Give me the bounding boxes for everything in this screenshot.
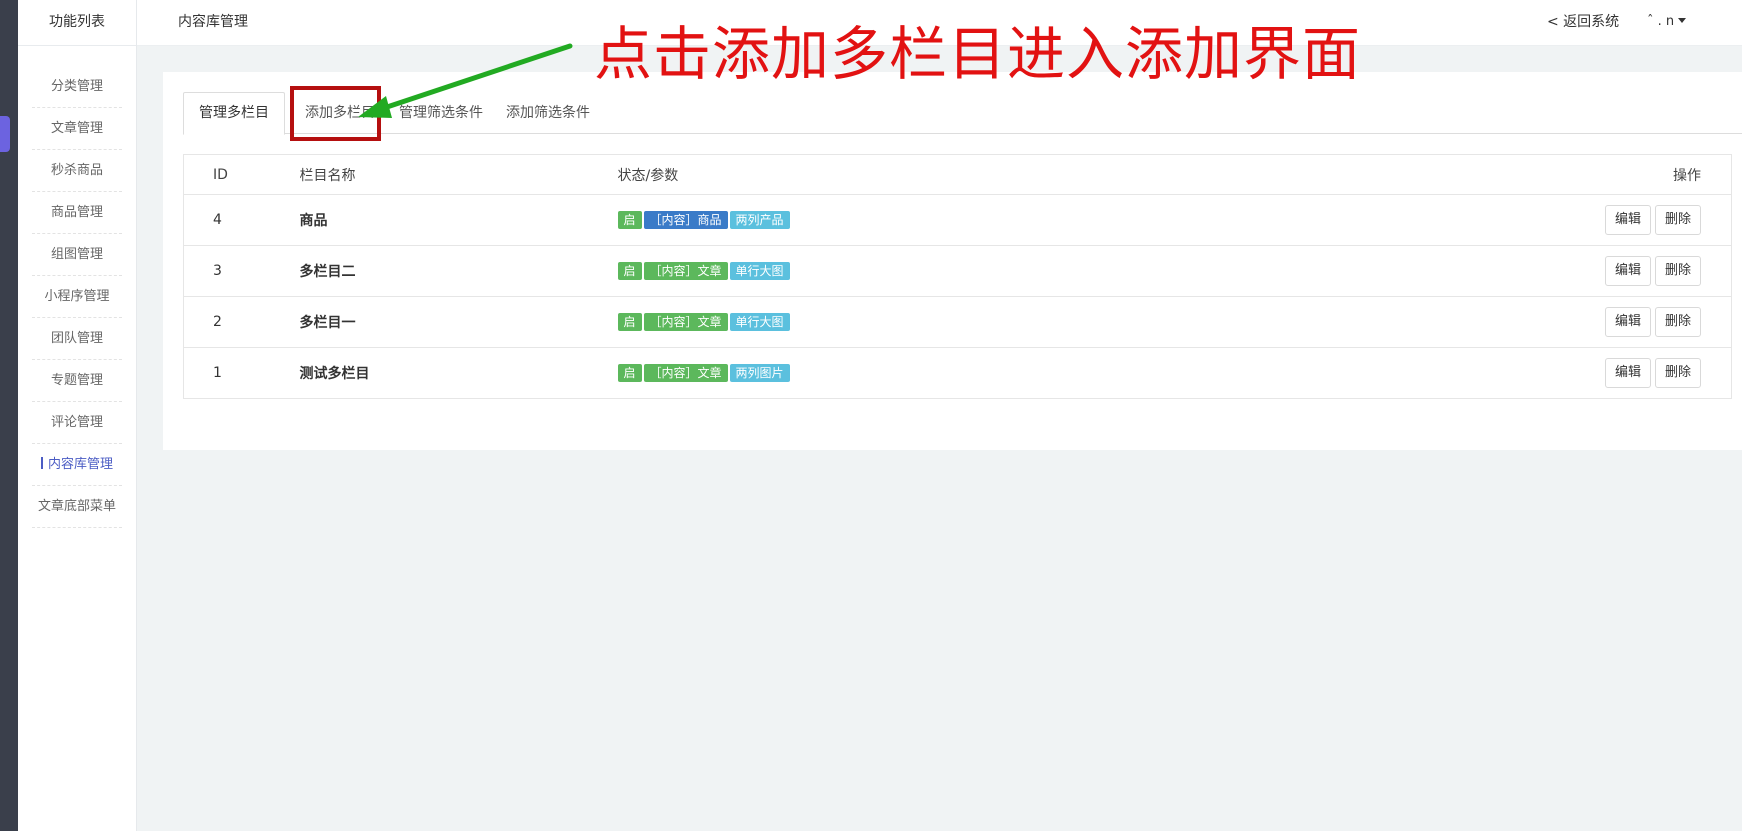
tab-manage-columns[interactable]: 管理多栏目 — [183, 92, 285, 135]
row-ops: 编辑 删除 — [1517, 245, 1732, 297]
row-status: 启 ［内容］文章 单行大图 — [617, 296, 1518, 348]
delete-button[interactable]: 删除 — [1654, 358, 1701, 388]
delete-button[interactable]: 删除 — [1654, 256, 1701, 286]
columns-table: ID 栏目名称 状态/参数 操作 4 商品 启 ［内容］商品 两列产品 编辑 删除 3… — [183, 154, 1732, 399]
sidebar-item-article-footer-menu[interactable]: 文章底部菜单 — [32, 486, 122, 528]
back-to-system-link[interactable]: < 返回系统 — [1547, 0, 1619, 44]
delete-button[interactable]: 删除 — [1654, 205, 1701, 235]
chevron-down-icon — [1678, 18, 1687, 23]
user-menu-label: ˆ . n — [1647, 14, 1675, 29]
user-menu[interactable]: ˆ . n — [1647, 0, 1687, 44]
left-dark-strip — [0, 0, 18, 831]
content-panel: 管理多栏目 添加多栏目 管理筛选条件 添加筛选条件 ID 栏目名称 状态/参数 … — [163, 72, 1742, 450]
row-name: 多栏目一 — [299, 296, 618, 348]
row-name: 测试多栏目 — [299, 347, 618, 399]
status-badge: 启 — [617, 211, 642, 229]
row-id: 3 — [183, 245, 300, 297]
tab-add-column[interactable]: 添加多栏目 — [290, 92, 390, 134]
edit-button[interactable]: 编辑 — [1604, 256, 1651, 286]
strip-active-marker — [0, 116, 10, 152]
header-ops: 操作 — [1517, 154, 1732, 195]
row-id: 1 — [183, 347, 300, 399]
sidebar-item-topics[interactable]: 专题管理 — [32, 360, 122, 402]
status-badge: 启 — [617, 262, 642, 280]
status-badge: 启 — [617, 313, 642, 331]
layout-badge: 两列产品 — [729, 211, 790, 229]
sidebar: 功能列表 分类管理 文章管理 秒杀商品 商品管理 组图管理 小程序管理 团队管理… — [18, 0, 137, 831]
content-type-badge: ［内容］文章 — [643, 262, 728, 280]
tab-bar: 管理多栏目 添加多栏目 管理筛选条件 添加筛选条件 — [183, 92, 1742, 135]
sidebar-menu: 分类管理 文章管理 秒杀商品 商品管理 组图管理 小程序管理 团队管理 专题管理… — [18, 46, 136, 528]
status-badge: 启 — [617, 364, 642, 382]
sidebar-item-products[interactable]: 商品管理 — [32, 192, 122, 234]
layout-badge: 单行大图 — [729, 262, 790, 280]
header-name: 栏目名称 — [299, 154, 618, 195]
row-ops: 编辑 删除 — [1517, 347, 1732, 399]
sidebar-item-mini-program[interactable]: 小程序管理 — [32, 276, 122, 318]
edit-button[interactable]: 编辑 — [1604, 205, 1651, 235]
delete-button[interactable]: 删除 — [1654, 307, 1701, 337]
layout-badge: 两列图片 — [729, 364, 790, 382]
sidebar-item-articles[interactable]: 文章管理 — [32, 108, 122, 150]
edit-button[interactable]: 编辑 — [1604, 307, 1651, 337]
row-id: 2 — [183, 296, 300, 348]
row-status: 启 ［内容］文章 两列图片 — [617, 347, 1518, 399]
layout-badge: 单行大图 — [729, 313, 790, 331]
header-id: ID — [183, 154, 300, 195]
row-status: 启 ［内容］商品 两列产品 — [617, 194, 1518, 246]
row-status: 启 ［内容］文章 单行大图 — [617, 245, 1518, 297]
table-row: 1 测试多栏目 启 ［内容］文章 两列图片 编辑 删除 — [183, 347, 1732, 399]
content-type-badge: ［内容］商品 — [643, 211, 728, 229]
sidebar-item-flash-sale[interactable]: 秒杀商品 — [32, 150, 122, 192]
sidebar-item-galleries[interactable]: 组图管理 — [32, 234, 122, 276]
table-row: 4 商品 启 ［内容］商品 两列产品 编辑 删除 — [183, 194, 1732, 246]
content-type-badge: ［内容］文章 — [643, 313, 728, 331]
header-status: 状态/参数 — [617, 154, 1518, 195]
tab-manage-filters[interactable]: 管理筛选条件 — [384, 92, 498, 134]
page-title: 内容库管理 — [178, 14, 248, 30]
table-row: 2 多栏目一 启 ［内容］文章 单行大图 编辑 删除 — [183, 296, 1732, 348]
content-type-badge: ［内容］文章 — [643, 364, 728, 382]
row-id: 4 — [183, 194, 300, 246]
row-ops: 编辑 删除 — [1517, 194, 1732, 246]
sidebar-item-content-library[interactable]: 内容库管理 — [32, 444, 122, 486]
row-ops: 编辑 删除 — [1517, 296, 1732, 348]
table-row: 3 多栏目二 启 ［内容］文章 单行大图 编辑 删除 — [183, 245, 1732, 297]
edit-button[interactable]: 编辑 — [1604, 358, 1651, 388]
table-header-row: ID 栏目名称 状态/参数 操作 — [183, 154, 1732, 195]
sidebar-title: 功能列表 — [18, 0, 136, 46]
sidebar-item-comments[interactable]: 评论管理 — [32, 402, 122, 444]
sidebar-item-team[interactable]: 团队管理 — [32, 318, 122, 360]
sidebar-item-category[interactable]: 分类管理 — [32, 66, 122, 108]
annotation-text: 点击添加多栏目进入添加界面 — [594, 20, 1362, 88]
tab-add-filter[interactable]: 添加筛选条件 — [491, 92, 605, 134]
row-name: 商品 — [299, 194, 618, 246]
row-name: 多栏目二 — [299, 245, 618, 297]
